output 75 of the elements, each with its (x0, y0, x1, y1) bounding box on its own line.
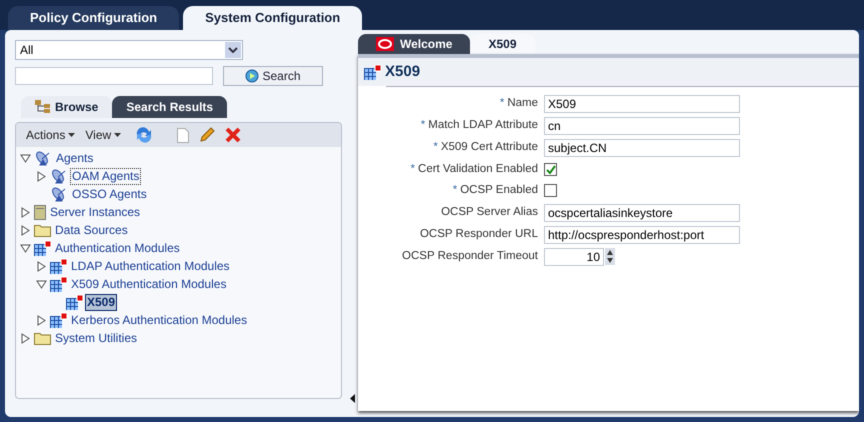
page-title: X509 (385, 62, 420, 82)
search-field[interactable] (15, 67, 213, 85)
panel-tab[interactable]: Browse (21, 96, 112, 118)
tree-item[interactable]: X509 (85, 294, 118, 310)
search-button[interactable]: Search (223, 66, 323, 86)
tree-item[interactable]: Kerberos Authentication Modules (69, 312, 250, 328)
hierarchy-icon (35, 100, 51, 114)
refresh-icon[interactable] (135, 127, 154, 143)
delete-icon[interactable] (225, 127, 242, 143)
collapse-triangle-icon[interactable] (20, 242, 31, 254)
expand-triangle-icon[interactable] (20, 206, 31, 218)
tree-item[interactable]: LDAP Authentication Modules (69, 258, 232, 274)
caret-icon (68, 133, 76, 137)
field-label: Match LDAP Attribute (428, 118, 538, 134)
content-tab[interactable]: Welcome (358, 34, 470, 54)
tree-item[interactable]: Agents (54, 150, 96, 166)
satellite-dish-icon (34, 150, 52, 166)
toolbar-menu[interactable]: View (85, 126, 122, 144)
text-field[interactable]: subject.CN (544, 139, 740, 157)
expand-triangle-icon[interactable] (36, 170, 47, 182)
field-label: OCSP Responder URL (420, 226, 538, 242)
grid-icon (364, 64, 381, 80)
content-tab[interactable]: X509 (470, 34, 534, 54)
top-tab[interactable]: System Configuration (183, 6, 362, 30)
expand-triangle-icon[interactable] (20, 224, 31, 236)
toolbar-menu[interactable]: Actions (26, 126, 76, 144)
folder-icon (34, 331, 51, 345)
grid-icon (34, 240, 51, 256)
grid-icon (66, 294, 83, 310)
tree-item[interactable]: Server Instances (48, 204, 142, 220)
tree-item[interactable]: Authentication Modules (53, 240, 182, 256)
spinner-arrows-icon[interactable] (605, 248, 615, 265)
server-icon (34, 204, 46, 220)
scope-select[interactable]: All (15, 40, 243, 60)
required-mark: * (500, 96, 504, 112)
panel-tab[interactable]: Search Results (112, 96, 228, 118)
tree-item[interactable]: OAM Agents (70, 168, 142, 184)
required-mark: * (420, 118, 426, 134)
pencil-icon[interactable] (199, 127, 216, 143)
tree-item[interactable]: System Utilities (53, 330, 140, 346)
field-label: OCSP Responder Timeout (402, 248, 538, 264)
field-label: OCSP Enabled (460, 183, 538, 198)
text-field[interactable]: X509 (544, 95, 740, 113)
text-field[interactable]: cn (544, 117, 740, 135)
collapse-triangle-icon[interactable] (36, 278, 47, 290)
satellite-dish-icon (50, 168, 68, 184)
collapse-triangle-icon[interactable] (20, 152, 31, 164)
tree-item[interactable]: OSSO Agents (70, 186, 149, 202)
number-field[interactable]: 10 (544, 248, 604, 266)
field-label: Cert Validation Enabled (418, 162, 538, 177)
grid-icon (50, 258, 67, 274)
tree-item[interactable]: Data Sources (53, 222, 130, 238)
field-label: OCSP Server Alias (441, 204, 538, 220)
folder-icon (34, 223, 51, 237)
text-field[interactable]: http://ocspresponderhost:port (544, 226, 740, 244)
tree-item[interactable]: X509 Authentication Modules (69, 276, 228, 292)
field-label: X509 Cert Attribute (440, 140, 538, 156)
field-label: Name (507, 96, 538, 112)
logo-icon (376, 37, 394, 51)
required-mark: * (452, 183, 458, 198)
caret-icon (114, 133, 122, 137)
expand-triangle-icon[interactable] (20, 332, 31, 344)
expand-triangle-icon[interactable] (36, 260, 47, 272)
checkbox[interactable] (544, 184, 557, 198)
required-mark: * (410, 162, 416, 177)
grid-icon (50, 312, 67, 328)
checkbox[interactable] (544, 163, 557, 176)
expand-triangle-icon[interactable] (36, 314, 47, 326)
play-icon (245, 69, 260, 83)
satellite-dish-icon (50, 186, 68, 202)
grid-icon (50, 276, 67, 292)
text-field[interactable]: ocspcertaliasinkeystore (544, 204, 740, 222)
collapse-handle-icon[interactable] (350, 394, 355, 403)
required-mark: * (433, 140, 438, 156)
top-tab[interactable]: Policy Configuration (8, 6, 180, 30)
